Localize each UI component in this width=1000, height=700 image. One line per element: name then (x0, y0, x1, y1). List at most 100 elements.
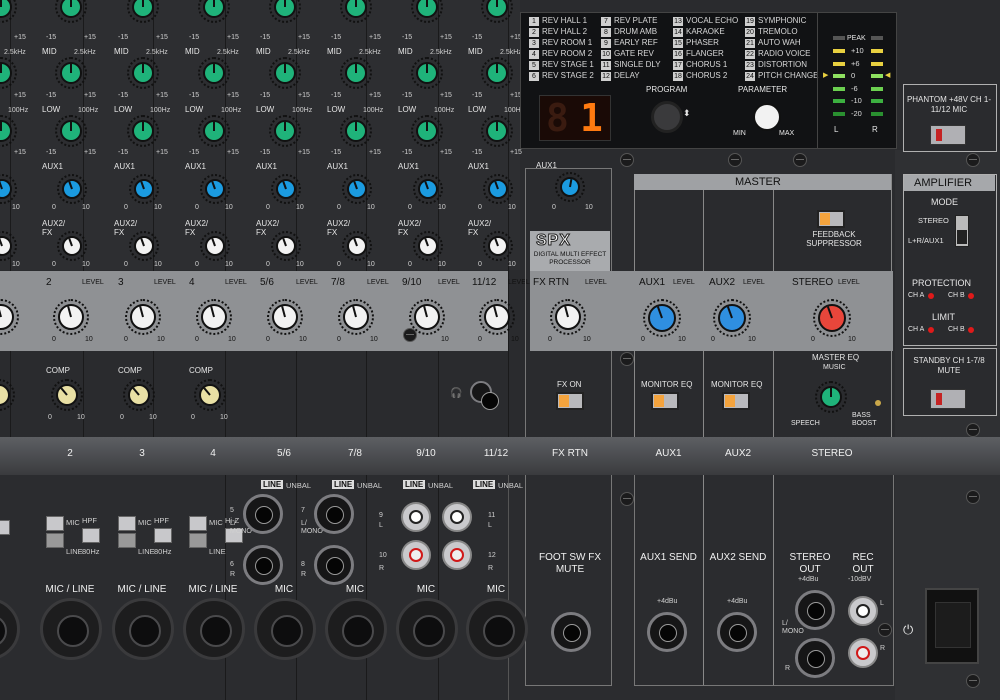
channel-level-knob[interactable] (267, 299, 303, 335)
effect-program-item[interactable]: 13 VOCAL ECHO (673, 16, 738, 26)
effect-program-item[interactable]: 22 RADIO VOICE (745, 49, 810, 59)
hi-eq-knob[interactable] (55, 0, 87, 23)
effect-program-item[interactable]: 20 TREMOLO (745, 27, 798, 37)
aux2-fx-send-knob[interactable] (342, 231, 372, 261)
channel-level-knob[interactable] (0, 299, 19, 335)
hpf-button[interactable] (82, 528, 100, 543)
stereo-out-r-jack[interactable] (795, 638, 835, 678)
phantom-power-switch[interactable] (930, 125, 966, 145)
channel-level-knob[interactable] (338, 299, 374, 335)
effect-program-item[interactable]: 11 SINGLE DLY (601, 60, 661, 70)
hi-eq-knob[interactable] (0, 0, 17, 23)
effect-program-item[interactable]: 3 REV ROOM 1 (529, 38, 592, 48)
hi-eq-knob[interactable] (340, 0, 372, 23)
rca-input-10[interactable] (401, 540, 431, 570)
line-input-jack-7[interactable] (314, 494, 354, 534)
effect-program-item[interactable]: 1 REV HALL 1 (529, 16, 587, 26)
aux1-send-knob[interactable] (413, 174, 443, 204)
effect-program-item[interactable]: 23 DISTORTION (745, 60, 807, 70)
hi-eq-knob[interactable] (269, 0, 301, 23)
effect-program-item[interactable]: 5 REV STAGE 1 (529, 60, 594, 70)
aux1-send-jack[interactable] (647, 612, 687, 652)
rca-input-9[interactable] (401, 502, 431, 532)
mid-eq-knob[interactable] (55, 57, 87, 89)
rca-input-11[interactable] (442, 502, 472, 532)
aux1-send-knob[interactable] (483, 174, 513, 204)
xlr-input[interactable] (254, 598, 316, 660)
aux1-monitor-eq-switch[interactable] (651, 392, 679, 410)
mic-line-button[interactable] (118, 516, 136, 531)
effect-program-item[interactable]: 10 GATE REV (601, 49, 654, 59)
effect-program-item[interactable]: 17 CHORUS 1 (673, 60, 727, 70)
comp-knob[interactable] (0, 379, 15, 411)
hi-eq-knob[interactable] (198, 0, 230, 23)
xlr-input[interactable] (112, 598, 174, 660)
comp-knob[interactable] (123, 379, 155, 411)
channel-level-knob[interactable] (479, 299, 515, 335)
aux1-send-knob[interactable] (342, 174, 372, 204)
effect-program-item[interactable]: 2 REV HALL 2 (529, 27, 587, 37)
mid-eq-knob[interactable] (127, 57, 159, 89)
aux1-send-knob[interactable] (0, 174, 17, 204)
aux2-master-knob[interactable] (713, 299, 751, 337)
aux1-send-knob[interactable] (129, 174, 159, 204)
effect-program-item[interactable]: 19 SYMPHONIC (745, 16, 806, 26)
aux2-fx-send-knob[interactable] (129, 231, 159, 261)
hpf-button[interactable] (154, 528, 172, 543)
fx-aux1-knob[interactable] (555, 172, 585, 202)
xlr-input[interactable] (40, 598, 102, 660)
mid-eq-knob[interactable] (340, 57, 372, 89)
effect-program-item[interactable]: 18 CHORUS 2 (673, 71, 727, 81)
aux1-send-knob[interactable] (200, 174, 230, 204)
mic-line-button[interactable] (46, 516, 64, 531)
mic-line-button[interactable] (189, 516, 207, 531)
low-eq-knob[interactable] (198, 115, 230, 147)
line-input-jack-6[interactable] (243, 545, 283, 585)
effect-program-item[interactable]: 12 DELAY (601, 71, 640, 81)
low-eq-knob[interactable] (411, 115, 443, 147)
headphone-jack[interactable] (470, 381, 499, 410)
aux2-fx-send-knob[interactable] (483, 231, 513, 261)
aux2-fx-send-knob[interactable] (271, 231, 301, 261)
rec-out-l-jack[interactable] (848, 596, 878, 626)
hi-eq-knob[interactable] (127, 0, 159, 23)
comp-knob[interactable] (51, 379, 83, 411)
low-eq-knob[interactable] (481, 115, 513, 147)
standby-switch[interactable] (930, 389, 966, 409)
effect-program-item[interactable]: 16 FLANGER (673, 49, 724, 59)
channel-level-knob[interactable] (196, 299, 232, 335)
effect-program-item[interactable]: 21 AUTO WAH (745, 38, 801, 48)
xlr-input[interactable] (396, 598, 458, 660)
mid-eq-knob[interactable] (411, 57, 443, 89)
aux2-monitor-eq-switch[interactable] (722, 392, 750, 410)
channel-level-knob[interactable] (409, 299, 445, 335)
effect-program-item[interactable]: 6 REV STAGE 2 (529, 71, 594, 81)
mic-line-button[interactable] (0, 520, 10, 535)
line-input-jack-5[interactable] (243, 494, 283, 534)
xlr-input[interactable] (466, 598, 528, 660)
aux1-master-knob[interactable] (643, 299, 681, 337)
line-input-jack-8[interactable] (314, 545, 354, 585)
mid-eq-knob[interactable] (481, 57, 513, 89)
mid-eq-knob[interactable] (0, 57, 17, 89)
mid-eq-knob[interactable] (269, 57, 301, 89)
effect-program-item[interactable]: 14 KARAOKE (673, 27, 725, 37)
low-eq-knob[interactable] (127, 115, 159, 147)
xlr-input[interactable] (325, 598, 387, 660)
fx-on-switch[interactable] (556, 392, 584, 410)
aux2-fx-send-knob[interactable] (57, 231, 87, 261)
aux1-send-knob[interactable] (57, 174, 87, 204)
aux1-send-knob[interactable] (271, 174, 301, 204)
aux2-fx-send-knob[interactable] (413, 231, 443, 261)
low-eq-knob[interactable] (340, 115, 372, 147)
effect-program-item[interactable]: 7 REV PLATE (601, 16, 657, 26)
xlr-input[interactable] (183, 598, 245, 660)
amp-mode-switch[interactable] (955, 215, 969, 247)
effect-program-item[interactable]: 4 REV ROOM 2 (529, 49, 592, 59)
effect-program-item[interactable]: 24 PITCH CHANGE (745, 71, 818, 81)
stereo-master-knob[interactable] (813, 299, 851, 337)
mid-eq-knob[interactable] (198, 57, 230, 89)
low-eq-knob[interactable] (55, 115, 87, 147)
rca-input-12[interactable] (442, 540, 472, 570)
foot-switch-jack[interactable] (551, 612, 591, 652)
